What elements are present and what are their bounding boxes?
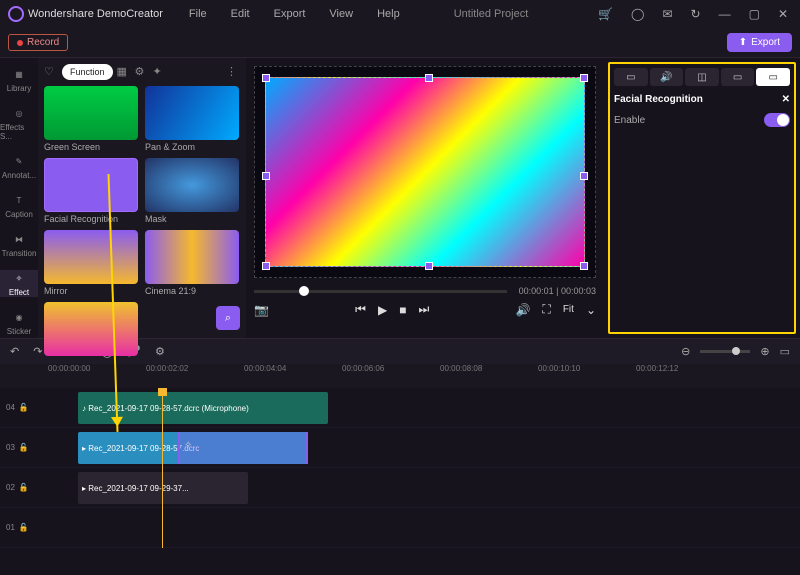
- menu-view[interactable]: View: [319, 8, 363, 20]
- lock-icon[interactable]: 🔓: [19, 403, 29, 412]
- tab-grid-icon[interactable]: ▦: [117, 65, 131, 79]
- prev-icon[interactable]: ⏮: [355, 302, 366, 317]
- menu-file[interactable]: File: [179, 8, 217, 20]
- caption-icon: T: [11, 192, 27, 208]
- volume-icon[interactable]: 🔊: [515, 303, 530, 317]
- timecode: 00:00:01 | 00:00:03: [519, 286, 596, 296]
- effect-mask[interactable]: Mask: [145, 158, 240, 224]
- next-icon[interactable]: ⏭: [418, 302, 429, 317]
- tab-sparkle-icon[interactable]: ✦: [153, 65, 167, 79]
- effect-tab-icon: ▭: [768, 72, 777, 83]
- effect-facial-recognition[interactable]: Facial Recognition: [44, 158, 139, 224]
- rail-caption[interactable]: TCaption: [0, 192, 38, 219]
- rail-library[interactable]: ▦Library: [0, 66, 38, 93]
- progress-bar[interactable]: [254, 290, 507, 293]
- preview-image: [265, 77, 585, 267]
- zoom-out-icon[interactable]: ⊖: [681, 345, 690, 358]
- cursor-icon: ▭: [733, 72, 742, 83]
- lock-icon[interactable]: 🔓: [19, 483, 29, 492]
- tab-function[interactable]: Function: [62, 64, 113, 80]
- project-title: Untitled Project: [454, 8, 529, 20]
- transition-icon: ⧓: [11, 231, 27, 247]
- playhead[interactable]: [162, 388, 163, 548]
- clip-video-2[interactable]: ▸ Rec_2021-09-17 09-29-37...: [78, 472, 248, 504]
- lock-icon[interactable]: 🔓: [19, 443, 29, 452]
- prop-tab-video[interactable]: ▭: [614, 68, 648, 86]
- prop-tab-effect[interactable]: ▭: [756, 68, 790, 86]
- timeline-ruler[interactable]: 00:00:00:00 00:00:02:02 00:00:04:04 00:0…: [0, 364, 800, 388]
- snapshot-icon[interactable]: 📷: [254, 303, 269, 317]
- stop-icon[interactable]: ■: [399, 303, 406, 317]
- effect-green-screen[interactable]: Green Screen: [44, 86, 139, 152]
- favorite-icon[interactable]: ♡: [44, 65, 58, 79]
- record-button[interactable]: Record: [8, 34, 68, 51]
- export-label: Export: [751, 37, 780, 48]
- lock-icon[interactable]: 🔓: [19, 523, 29, 532]
- cart-icon[interactable]: 🛒: [594, 7, 617, 21]
- video-icon: ▭: [626, 72, 635, 83]
- fit-timeline-icon[interactable]: ▭: [780, 345, 790, 358]
- zoom-in-icon[interactable]: ⊕: [760, 345, 769, 358]
- rail-transition[interactable]: ⧓Transition: [0, 231, 38, 258]
- rail-sticker[interactable]: ◉Sticker: [0, 309, 38, 336]
- record-dot-icon: [17, 40, 23, 46]
- clip-effect-overlay[interactable]: ✧: [178, 432, 308, 464]
- menu-dots-icon[interactable]: ⋮: [226, 65, 240, 79]
- search-button[interactable]: ⌕: [216, 306, 240, 330]
- export-icon: ⬆: [739, 37, 747, 48]
- enable-toggle[interactable]: [764, 113, 790, 127]
- record-label: Record: [27, 37, 59, 48]
- rail-effects-store[interactable]: ◎Effects S...: [0, 105, 38, 141]
- prop-tab-cursor[interactable]: ▭: [721, 68, 755, 86]
- prop-tab-audio[interactable]: 🔊: [650, 68, 684, 86]
- redo-icon[interactable]: ↷: [33, 345, 42, 358]
- search-icon: ⌕: [225, 312, 231, 325]
- minimize-icon[interactable]: —: [715, 7, 735, 21]
- undo-icon[interactable]: ↶: [10, 345, 19, 358]
- refresh-icon[interactable]: ↻: [687, 7, 705, 21]
- fit-chevron-icon[interactable]: ⌄: [586, 303, 596, 317]
- library-icon: ▦: [11, 66, 27, 82]
- effect-pan-zoom[interactable]: Pan & Zoom: [145, 86, 240, 152]
- export-button[interactable]: ⬆ Export: [727, 33, 792, 52]
- maximize-icon[interactable]: ▢: [745, 7, 764, 21]
- properties-title: Facial Recognition: [614, 94, 703, 105]
- app-name: Wondershare DemoCreator: [28, 8, 163, 20]
- menu-export[interactable]: Export: [264, 8, 316, 20]
- menu-edit[interactable]: Edit: [221, 8, 260, 20]
- enable-label: Enable: [614, 115, 645, 126]
- audio-icon: 🔊: [660, 72, 672, 83]
- effect-cinema[interactable]: Cinema 21:9: [145, 230, 240, 296]
- rail-annotation[interactable]: ✎Annotat...: [0, 153, 38, 180]
- menu-help[interactable]: Help: [367, 8, 410, 20]
- effect-extra[interactable]: [44, 302, 139, 356]
- settings-icon[interactable]: ⚙: [155, 345, 165, 358]
- zoom-slider[interactable]: [700, 350, 750, 353]
- annotation-icon: ✎: [11, 153, 27, 169]
- app-logo: [8, 6, 24, 22]
- effects-store-icon: ◎: [11, 105, 27, 121]
- effect-wand-icon: ✧: [184, 440, 192, 451]
- close-icon[interactable]: ✕: [774, 7, 792, 21]
- mail-icon[interactable]: ✉: [658, 7, 676, 21]
- user-icon[interactable]: ◯: [627, 7, 648, 21]
- sticker-icon: ◉: [11, 309, 27, 325]
- fit-dropdown[interactable]: Fit: [563, 304, 574, 315]
- tab-gear-icon[interactable]: ⚙: [135, 65, 149, 79]
- effect-icon: ✧: [11, 270, 27, 286]
- play-icon[interactable]: ▶: [378, 303, 387, 317]
- rail-effect[interactable]: ✧Effect: [0, 270, 38, 297]
- clip-icon: ◫: [697, 72, 706, 83]
- properties-close-icon[interactable]: ✕: [782, 94, 790, 105]
- preview-canvas[interactable]: [254, 66, 596, 278]
- fullscreen-icon[interactable]: ⛶: [542, 302, 550, 317]
- effect-mirror[interactable]: Mirror: [44, 230, 139, 296]
- prop-tab-clip[interactable]: ◫: [685, 68, 719, 86]
